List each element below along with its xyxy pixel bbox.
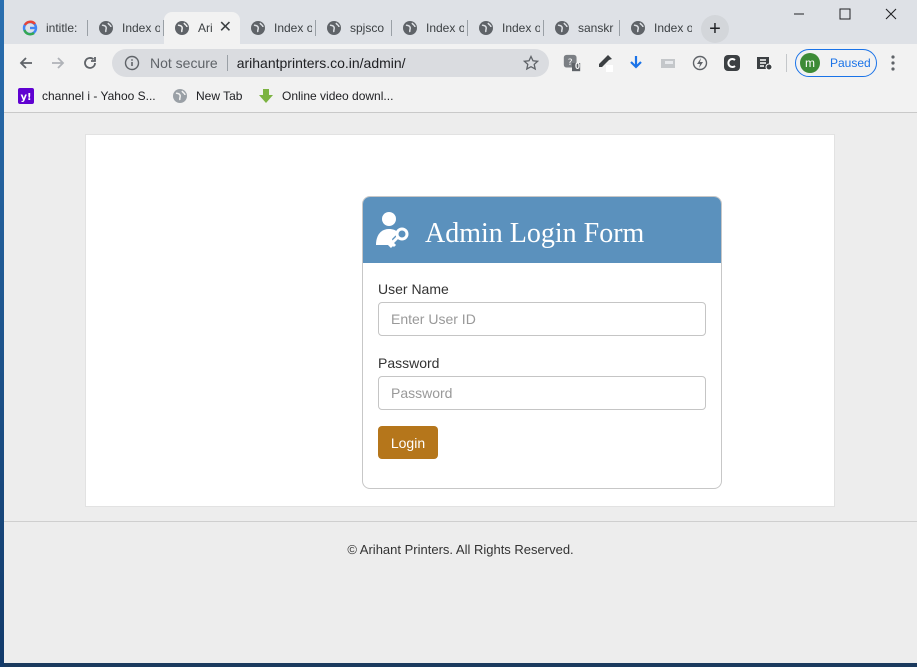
c-extension-button[interactable] — [722, 53, 742, 73]
tab-label: Index of — [502, 21, 540, 35]
login-form: Admin Login Form User Name Password Logi… — [362, 196, 722, 489]
bookmark-yahoo[interactable]: y! channel i - Yahoo S... — [18, 87, 156, 105]
kebab-menu-icon — [891, 55, 895, 71]
bookmarks-bar: y! channel i - Yahoo S... New Tab Online… — [4, 82, 917, 113]
download-extension-button[interactable] — [626, 53, 646, 73]
copyright-text: © Arihant Printers. All Rights Reserved. — [347, 542, 574, 557]
page-content: Admin Login Form User Name Password Logi… — [4, 113, 917, 663]
tab-label: Ari — [198, 21, 213, 35]
tab-sanskr[interactable]: sanskr — [544, 12, 620, 44]
security-status: Not secure — [150, 55, 218, 71]
username-input[interactable] — [378, 302, 706, 336]
download-arrow-icon — [259, 89, 273, 103]
tab-label: Index of — [122, 21, 160, 35]
bookmark-label: Online video downl... — [282, 89, 394, 103]
browser-toolbar: Not secure arihantprinters.co.in/admin/ … — [4, 44, 917, 82]
address-bar[interactable]: Not secure arihantprinters.co.in/admin/ — [112, 49, 549, 77]
tracking-extension-button[interactable] — [754, 53, 774, 73]
tab-label: sanskr — [578, 21, 614, 35]
password-input[interactable] — [378, 376, 706, 410]
tab-index-of-5[interactable]: Index of — [620, 12, 696, 44]
browser-menu-button[interactable] — [888, 54, 898, 72]
reload-button[interactable] — [78, 52, 102, 74]
c-logo-icon — [724, 55, 740, 71]
globe-icon — [403, 21, 417, 35]
extension-help-button[interactable]: ? 0 — [562, 53, 582, 73]
reload-icon — [84, 57, 96, 69]
minimize-button[interactable] — [776, 2, 822, 26]
new-tab-button[interactable]: + — [701, 15, 729, 43]
content-card: Admin Login Form User Name Password Logi… — [85, 134, 835, 507]
omnibox-divider — [226, 55, 228, 71]
tab-label: Index of — [274, 21, 312, 35]
plus-icon: + — [709, 17, 721, 40]
forward-arrow-icon — [52, 57, 65, 69]
globe-icon — [251, 21, 265, 35]
footer-divider — [4, 521, 917, 522]
close-icon — [885, 8, 897, 20]
download-arrow-icon — [630, 56, 642, 69]
lightning-extension-button[interactable] — [690, 53, 710, 73]
tab-arihant-active[interactable]: Ari ✕ — [164, 12, 240, 44]
tab-index-of-3[interactable]: Index of — [392, 12, 468, 44]
tab-label: Index of — [426, 21, 464, 35]
bookmark-label: channel i - Yahoo S... — [42, 89, 156, 103]
minimize-icon — [794, 13, 804, 15]
password-label: Password — [378, 355, 440, 371]
maximize-icon — [839, 8, 851, 20]
info-icon[interactable] — [124, 55, 140, 71]
tray-icon — [661, 59, 675, 68]
eyedropper-icon — [599, 55, 613, 72]
sidebar-extension-button[interactable] — [658, 53, 678, 73]
eyedropper-extension-button[interactable] — [594, 53, 614, 73]
extension-badge: 0 — [575, 61, 581, 71]
lightning-icon — [692, 55, 708, 71]
tab-index-of-2[interactable]: Index of — [240, 12, 316, 44]
bookmark-video-download[interactable]: Online video downl... — [258, 87, 393, 105]
maximize-button[interactable] — [822, 2, 868, 26]
back-arrow-icon — [19, 57, 32, 69]
tab-label: spjsco — [350, 21, 385, 35]
username-label: User Name — [378, 281, 449, 297]
globe-icon — [479, 21, 493, 35]
login-header: Admin Login Form — [363, 197, 721, 263]
profile-button[interactable]: m Paused — [795, 49, 877, 77]
close-tab-icon[interactable]: ✕ — [219, 20, 232, 36]
google-icon — [22, 20, 38, 36]
back-button[interactable] — [14, 52, 38, 74]
tab-label: intitle: — [46, 21, 78, 35]
tab-spjsco[interactable]: spjsco — [316, 12, 392, 44]
login-button[interactable]: Login — [378, 426, 438, 459]
user-key-icon — [376, 212, 409, 249]
url-text[interactable]: arihantprinters.co.in/admin/ — [237, 55, 406, 71]
svg-text:y!: y! — [20, 92, 31, 103]
globe-icon — [327, 21, 341, 35]
profile-status: Paused — [830, 56, 871, 70]
globe-icon — [173, 89, 187, 103]
bookmark-label: New Tab — [196, 89, 243, 103]
tab-label: Index of — [654, 21, 692, 35]
toolbar-divider — [786, 54, 787, 72]
globe-icon — [631, 21, 645, 35]
globe-icon — [99, 21, 113, 35]
tab-strip: intitle: Index of Ari ✕ Index of spjsco … — [4, 0, 917, 44]
tab-index-of-1[interactable]: Index of — [88, 12, 164, 44]
tab-google-search[interactable]: intitle: — [12, 12, 88, 44]
browser-window: intitle: Index of Ari ✕ Index of spjsco … — [4, 0, 917, 663]
forward-button[interactable] — [46, 52, 70, 74]
globe-icon — [555, 21, 569, 35]
page-title: Admin Login Form — [425, 218, 645, 249]
pass-icon — [757, 57, 773, 71]
avatar: m — [800, 53, 820, 73]
bookmark-new-tab[interactable]: New Tab — [172, 87, 242, 105]
yahoo-icon: y! — [18, 88, 34, 104]
bookmark-star-icon[interactable] — [523, 55, 539, 71]
tab-index-of-4[interactable]: Index of — [468, 12, 544, 44]
globe-icon — [175, 21, 189, 35]
close-window-button[interactable] — [868, 2, 914, 26]
